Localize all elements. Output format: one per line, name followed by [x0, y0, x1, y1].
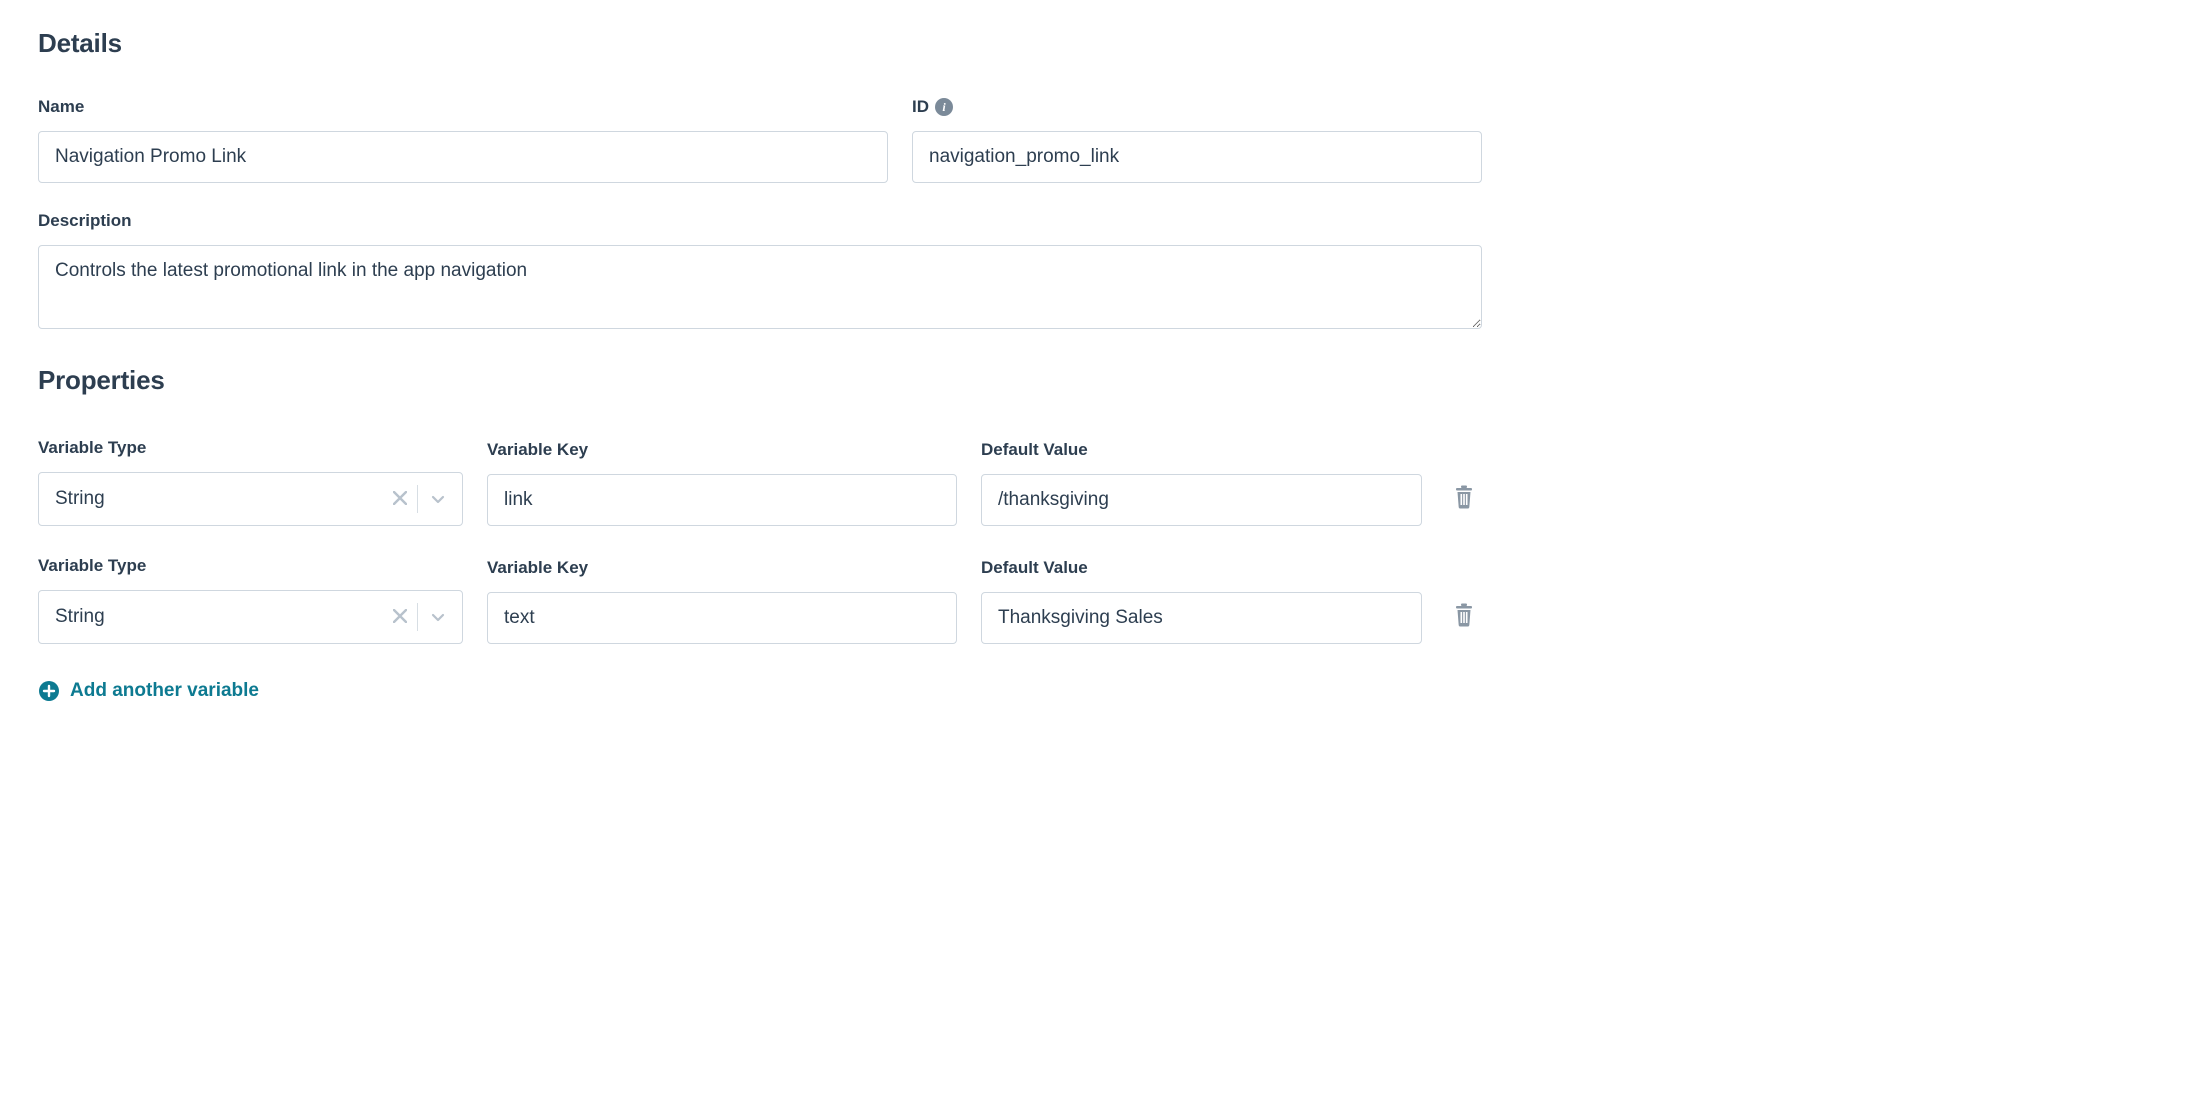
property-row: Variable Type String Variable Key Defaul…	[38, 556, 1482, 644]
variable-type-select[interactable]: String	[38, 590, 463, 644]
trash-icon	[1453, 603, 1475, 632]
properties-heading: Properties	[38, 365, 1482, 396]
variable-type-label: Variable Type	[38, 556, 463, 576]
close-icon[interactable]	[383, 489, 417, 510]
variable-key-label: Variable Key	[487, 440, 957, 460]
id-label: ID	[912, 97, 929, 117]
close-icon[interactable]	[383, 607, 417, 628]
add-variable-label: Add another variable	[70, 680, 259, 702]
details-heading: Details	[38, 28, 1482, 59]
name-input[interactable]	[38, 131, 888, 183]
property-row: Variable Type String Variable Key Defaul…	[38, 438, 1482, 526]
chevron-down-icon[interactable]	[418, 609, 452, 625]
default-value-label: Default Value	[981, 558, 1422, 578]
variable-type-label: Variable Type	[38, 438, 463, 458]
variable-key-label: Variable Key	[487, 558, 957, 578]
id-input[interactable]	[912, 131, 1482, 183]
default-value-input[interactable]	[981, 592, 1422, 644]
variable-type-value: String	[55, 606, 383, 628]
description-input[interactable]	[38, 245, 1482, 329]
add-variable-button[interactable]: Add another variable	[38, 680, 259, 702]
delete-row-button[interactable]	[1446, 590, 1482, 644]
trash-icon	[1453, 485, 1475, 514]
plus-circle-icon	[38, 680, 60, 702]
variable-key-input[interactable]	[487, 474, 957, 526]
variable-key-input[interactable]	[487, 592, 957, 644]
default-value-label: Default Value	[981, 440, 1422, 460]
chevron-down-icon[interactable]	[418, 491, 452, 507]
default-value-input[interactable]	[981, 474, 1422, 526]
variable-type-value: String	[55, 488, 383, 510]
variable-type-select[interactable]: String	[38, 472, 463, 526]
delete-row-button[interactable]	[1446, 472, 1482, 526]
info-icon[interactable]: i	[935, 98, 953, 116]
description-label: Description	[38, 211, 1482, 231]
name-label: Name	[38, 97, 888, 117]
